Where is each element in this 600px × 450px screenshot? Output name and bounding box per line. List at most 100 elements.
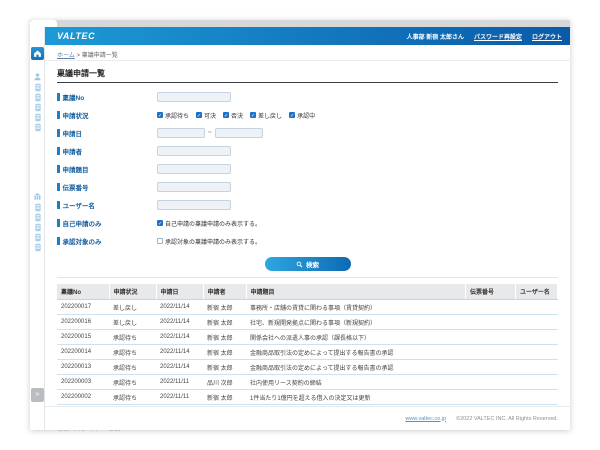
table-row[interactable]: 202200016差し戻し2022/11/14新宿 太郎社宅、新規開発拠点に関わ… — [57, 315, 558, 330]
table-cell — [516, 315, 558, 330]
building-icon[interactable] — [30, 192, 45, 201]
approval-target-only-label: 承認対象のみ — [57, 236, 157, 246]
document-icon[interactable] — [30, 93, 45, 102]
table-row[interactable]: 202200002承認待ち2022/11/11新宿 太郎1件当たり1億円を超える… — [57, 390, 558, 405]
table-cell — [516, 375, 558, 390]
table-cell: 新宿 太郎 — [203, 345, 246, 360]
header-right: 人事部 新宿 太郎さん パスワード再設定 ログアウト — [407, 32, 570, 41]
logout-link[interactable]: ログアウト — [532, 32, 562, 41]
status-checkbox-option[interactable]: ✓承認中 — [289, 111, 315, 120]
table-cell: 差し戻し — [109, 315, 156, 330]
table-cell: 承認待ち — [109, 345, 156, 360]
table-cell — [466, 360, 516, 375]
filter-row-approval-target-only: 承認対象のみ 承認対象の稟議申請のみ表示する。 — [57, 232, 558, 250]
status-label: 申請状況 — [57, 110, 157, 120]
breadcrumb-home-link[interactable]: ホーム — [57, 53, 75, 59]
breadcrumb-separator: > — [77, 53, 81, 59]
filter-row-status: 申請状況 ✓承認待ち✓可決✓否決✓差し戻し✓承認中 — [57, 106, 558, 124]
table-cell: 新宿 太郎 — [203, 300, 246, 315]
sidebar: » — [30, 27, 45, 430]
self-only-label: 自己申請のみ — [57, 218, 157, 228]
document-icon[interactable] — [30, 113, 45, 122]
col-header-subject: 申請題目 — [246, 284, 466, 300]
table-cell: 2022/11/11 — [156, 390, 203, 405]
ringi-no-input[interactable] — [157, 92, 231, 102]
table-cell — [466, 375, 516, 390]
apply-date-from-input[interactable] — [157, 128, 205, 138]
table-cell: 新宿 太郎 — [203, 315, 246, 330]
status-checkbox[interactable]: ✓ — [289, 112, 295, 118]
table-cell: 事務所・店舗の賃貸に関わる事項（賃貸契約） — [246, 300, 466, 315]
self-only-checkbox[interactable]: ✓ — [157, 220, 163, 226]
table-cell — [516, 345, 558, 360]
subject-input[interactable] — [157, 164, 231, 174]
table-row[interactable]: 202200013承認待ち2022/11/14新宿 太郎金融商品取引法の定めによ… — [57, 360, 558, 375]
page-title: 稟議申請一覧 — [57, 68, 558, 83]
password-reset-link[interactable]: パスワード再設定 — [474, 32, 522, 41]
status-checkbox-option[interactable]: ✓否決 — [223, 111, 243, 120]
footer-link[interactable]: www.valtec.co.jp — [405, 416, 446, 422]
status-checkbox[interactable]: ✓ — [157, 112, 163, 118]
user-name-input[interactable] — [157, 200, 231, 210]
ringi-no-label: 稟議No — [57, 92, 157, 102]
table-row[interactable]: 202200014承認待ち2022/11/14新宿 太郎金融商品取引法の定めによ… — [57, 345, 558, 360]
valtec-logo: VALTEC — [57, 31, 95, 41]
status-checkbox[interactable]: ✓ — [196, 112, 202, 118]
col-header-status: 申請状況 — [109, 284, 156, 300]
col-header-ringi-no: 稟議No — [57, 284, 109, 300]
status-checkbox[interactable]: ✓ — [250, 112, 256, 118]
table-cell: 新宿 太郎 — [203, 330, 246, 345]
status-option-label: 承認中 — [297, 111, 315, 120]
table-cell: 承認待ち — [109, 375, 156, 390]
table-cell — [466, 315, 516, 330]
search-row: 検索 — [57, 257, 558, 271]
table-cell: 2022/11/14 — [156, 300, 203, 315]
table-cell: 202200013 — [57, 360, 109, 375]
table-cell — [516, 300, 558, 315]
table-cell: 承認待ち — [109, 330, 156, 345]
status-checkbox-option[interactable]: ✓承認待ち — [157, 111, 189, 120]
approval-target-only-checkbox[interactable] — [157, 238, 163, 244]
slip-no-input[interactable] — [157, 182, 231, 192]
document-icon[interactable] — [30, 103, 45, 112]
search-button[interactable]: 検索 — [265, 257, 351, 271]
status-checkbox[interactable]: ✓ — [223, 112, 229, 118]
status-option-label: 可決 — [204, 111, 216, 120]
document-icon[interactable] — [30, 233, 45, 242]
table-cell — [516, 360, 558, 375]
status-checkbox-option[interactable]: ✓差し戻し — [250, 111, 282, 120]
main-content: ホーム > 稟議申請一覧 稟議申請一覧 稟議No 申請状況 ✓承認待ち✓可決✓否… — [45, 45, 570, 430]
apply-date-to-input[interactable] — [215, 128, 263, 138]
person-icon[interactable] — [30, 72, 45, 81]
sidebar-expand-button[interactable]: » — [31, 388, 44, 402]
document-icon[interactable] — [30, 203, 45, 212]
filter-row-slip-no: 伝票番号 — [57, 178, 558, 196]
document-icon[interactable] — [30, 123, 45, 132]
table-cell — [466, 300, 516, 315]
table-cell: 社内使用リース契約の締結 — [246, 375, 466, 390]
filter-row-subject: 申請題目 — [57, 160, 558, 178]
status-checkbox-option[interactable]: ✓可決 — [196, 111, 216, 120]
results-table: 稟議No 申請状況 申請日 申請者 申請題目 伝票番号 ユーザー名 202200… — [57, 284, 558, 420]
document-icon[interactable] — [30, 83, 45, 92]
table-row[interactable]: 202200017差し戻し2022/11/14新宿 太郎事務所・店舗の賃貸に関わ… — [57, 300, 558, 315]
sidebar-home-button[interactable] — [31, 47, 44, 60]
app-window: VALTEC 人事部 新宿 太郎さん パスワード再設定 ログアウト — [30, 20, 570, 430]
table-row[interactable]: 202200015承認待ち2022/11/14新宿 太郎関係会社への派遣人事の承… — [57, 330, 558, 345]
copyright: ©2022 VALTEC INC. All Rights Reserved. — [456, 416, 558, 422]
applicant-input[interactable] — [157, 146, 231, 156]
table-cell: 差し戻し — [109, 300, 156, 315]
table-cell: 202200014 — [57, 345, 109, 360]
table-cell — [516, 390, 558, 405]
status-option-label: 否決 — [231, 111, 243, 120]
browser-tab[interactable] — [30, 20, 57, 27]
col-header-applicant: 申請者 — [203, 284, 246, 300]
magnifier-icon — [296, 261, 303, 268]
table-cell: 2022/11/14 — [156, 315, 203, 330]
status-option-label: 承認待ち — [165, 111, 189, 120]
table-row[interactable]: 202200003承認待ち2022/11/11品川 次郎社内使用リース契約の締結 — [57, 375, 558, 390]
document-icon[interactable] — [30, 213, 45, 222]
document-icon[interactable] — [30, 243, 45, 252]
filter-row-apply-date: 申請日 ~ — [57, 124, 558, 142]
document-icon[interactable] — [30, 223, 45, 232]
